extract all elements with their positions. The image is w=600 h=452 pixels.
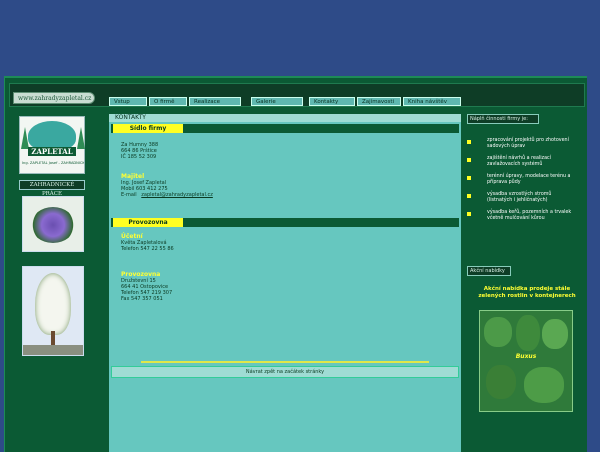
tree-icon [21,127,29,149]
buxus-label: Buxus [515,353,537,360]
activity-item: zajištění návrhů a realizací zavlažovací… [487,156,551,167]
bullet-icon [467,194,471,198]
buxus-offer-image[interactable]: Buxus [479,310,573,412]
back-to-top-link[interactable]: Návrat zpět na začátek stránky [111,366,459,378]
nav-zajimavosti[interactable]: Zajímavosti [357,97,401,106]
divider [141,361,429,363]
logo-name: ZAPLETAL [28,147,76,156]
company-logo[interactable]: ZAPLETAL Ing. ZAPLETAL Josef - ZAHRADNIC… [19,116,85,174]
content-area: KONTAKTY Sídlo firmy Za Humny 388 664 86… [109,114,461,452]
bullet-icon [467,176,471,180]
offers-label: Akční nabídky [467,266,511,276]
site-frame: www.zahradyzapletal.cz Vstup O firmě Rea… [4,76,587,452]
provozovna-heading: Provozovna [113,218,183,227]
nav-kniha-navstev[interactable]: Kniha návštěv [403,97,461,106]
nav-galerie[interactable]: Galerie [251,97,303,106]
activity-item: zpracování projektů pro zhotovení sadový… [487,138,569,149]
nav-o-firme[interactable]: O firmě [149,97,187,106]
site-url-badge[interactable]: www.zahradyzapletal.cz [13,92,95,104]
activity-item: výsadba vzrostlých stromů (listnatých i … [487,192,552,203]
provozovna-line: Fax 547 357 051 [121,296,163,302]
sidlo-heading: Sídlo firmy [113,124,183,133]
nav-vstup[interactable]: Vstup [109,97,147,106]
bullet-icon [467,140,471,144]
page-title: KONTAKTY [109,114,461,122]
address-line: IČ 185 52 309 [121,154,157,160]
nav-realizace[interactable]: Realizace [189,97,241,106]
activity-item: terénní úpravy, modelace terénu a přípra… [487,174,571,185]
ucetni-phone: Telefon 547 22 55 86 [121,246,174,252]
activity-item: výsadba keřů, pozemních a trvalek včetně… [487,210,572,221]
offer-text[interactable]: Akční nabídka prodeje stále zelených ros… [471,286,583,300]
tree-icon [77,127,85,149]
bullet-icon [467,212,471,216]
ucetni-block: Účetní Květa Zapletalová Telefon 547 22 … [121,234,174,253]
nav-kontakty[interactable]: Kontakty [309,97,355,106]
provozovna-heading-bar: Provozovna [111,218,459,227]
flower-photo [22,196,84,252]
email-row: E-mail zapletal@zahradyzapletal.cz [121,192,213,198]
email-label: E-mail [121,192,137,198]
majitel-block: Majitel Ing. Josef Zapletal Mobil 603 41… [121,174,213,199]
tree-photo [22,266,84,356]
logo-subtitle: Ing. ZAPLETAL Josef - ZAHRADNICKÉ PRÁCE [22,161,84,165]
activities-heading: Náplň činnosti firmy je: [467,114,539,124]
sidlo-address: Za Humny 388 664 86 Prštice IČ 185 52 30… [121,142,158,160]
bullet-icon [467,158,471,162]
sidlo-heading-bar: Sídlo firmy [111,124,459,133]
provozovna-block: Provozovna Družstevní 15 664 41 Ostopovi… [121,272,172,303]
email-link[interactable]: zapletal@zahradyzapletal.cz [141,192,213,198]
section-label: ZAHRADNICKÉ PRÁCE [19,180,85,197]
